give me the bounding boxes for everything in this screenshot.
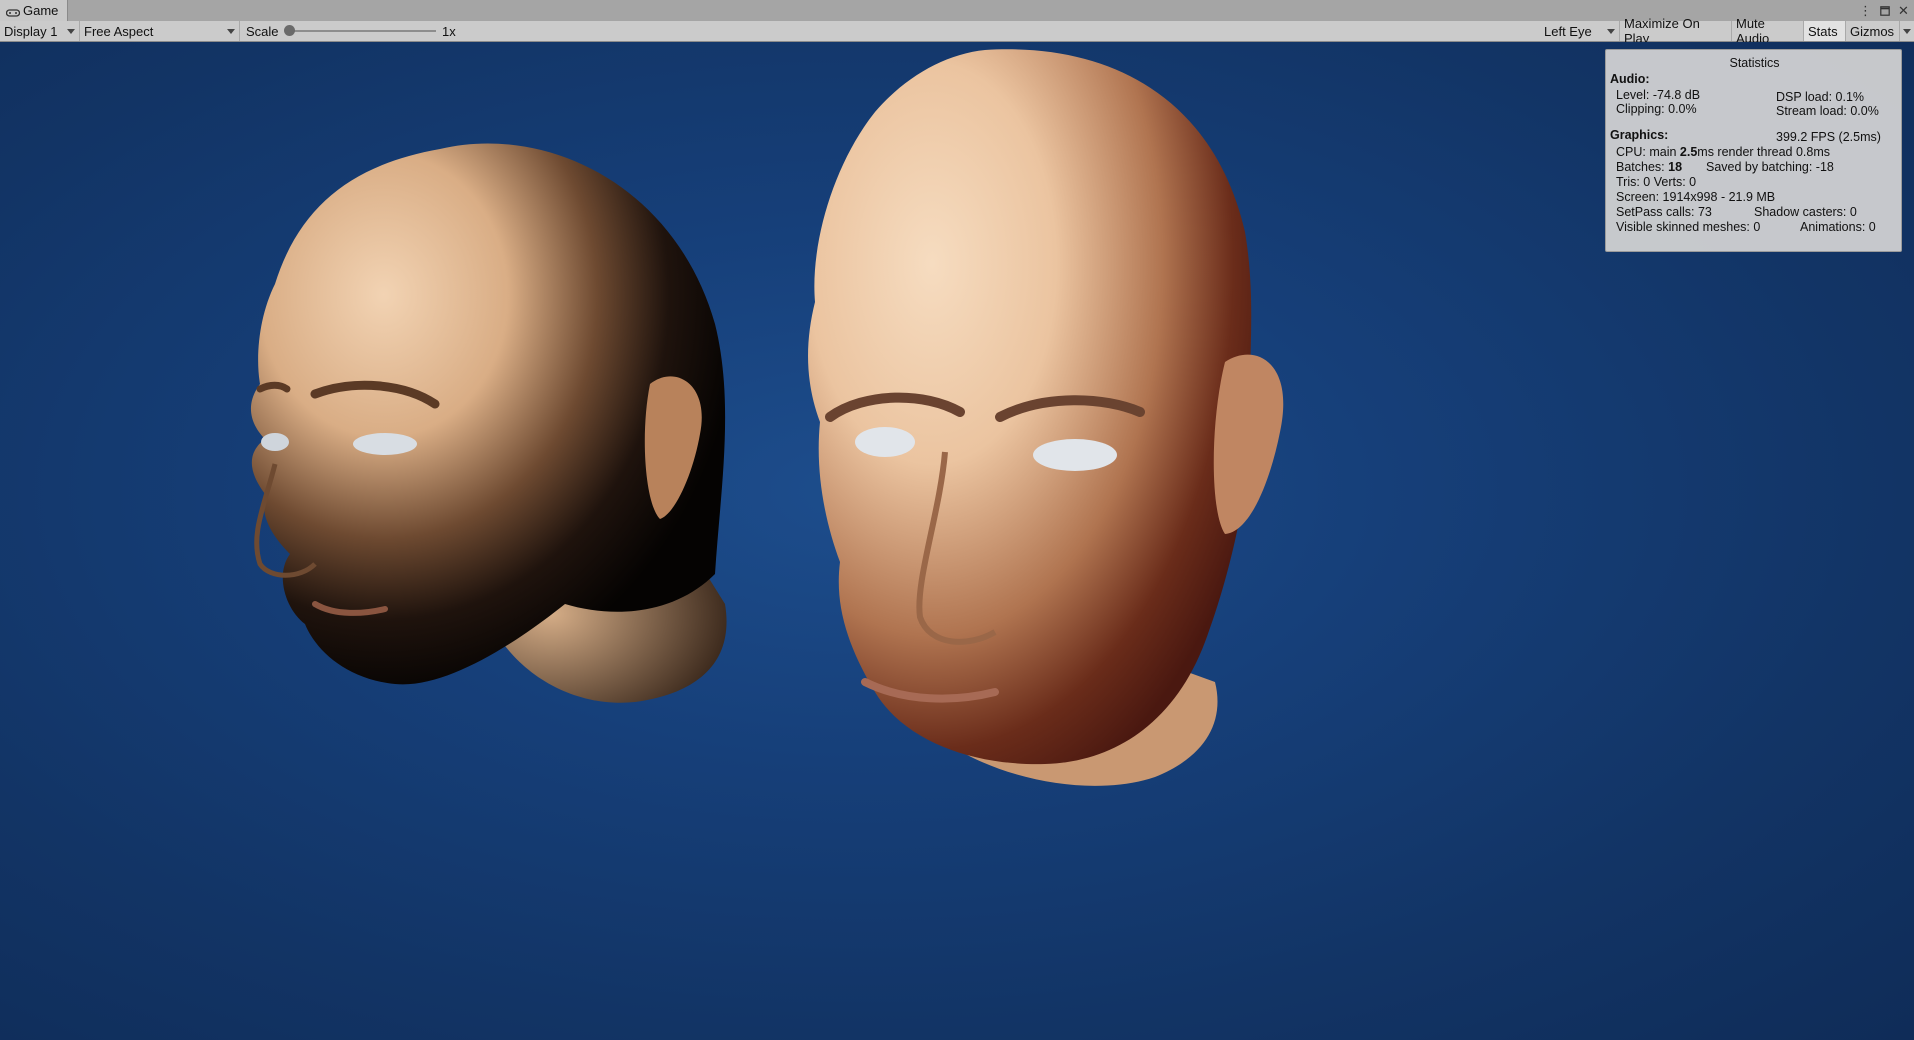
display-dropdown-label: Display 1 (4, 23, 58, 39)
statistics-panel: Statistics Audio: Level: -74.8 dB Clippi… (1605, 49, 1902, 252)
kebab-menu-icon[interactable]: ⋮ (1859, 4, 1872, 17)
maximize-icon[interactable] (1878, 4, 1891, 17)
tab-game[interactable]: Game (0, 0, 68, 21)
right-head-model (808, 49, 1284, 786)
stats-tris-verts: Tris: 0 Verts: 0 (1616, 175, 1697, 189)
scale-label: Scale (246, 23, 279, 39)
aspect-dropdown-label: Free Aspect (84, 23, 154, 39)
stats-batches-prefix: Batches: (1616, 160, 1669, 174)
stats-label: Stats (1808, 23, 1838, 39)
display-dropdown[interactable]: Display 1 (0, 21, 80, 41)
window-controls: ⋮ ✕ (1859, 0, 1910, 21)
scale-slider-handle[interactable] (284, 25, 295, 36)
stats-batches: Batches: 18 (1616, 160, 1682, 174)
stats-shadow-casters: Shadow casters: 0 (1754, 205, 1857, 219)
stats-button[interactable]: Stats (1804, 21, 1846, 41)
gizmos-button[interactable]: Gizmos (1846, 21, 1900, 41)
stats-dsp-load: DSP load: 0.1% (1776, 90, 1865, 104)
stats-screen: Screen: 1914x998 - 21.9 MB (1616, 190, 1776, 204)
stats-setpass: SetPass calls: 73 (1616, 205, 1712, 219)
close-icon[interactable]: ✕ (1897, 4, 1910, 17)
gizmos-dropdown[interactable] (1900, 21, 1914, 41)
scale-value-label: 1x (442, 23, 456, 39)
stats-animations: Animations: 0 (1800, 220, 1876, 234)
left-head-model (250, 143, 727, 703)
stats-graphics-header: Graphics: (1610, 128, 1669, 142)
scale-slider-track[interactable] (290, 30, 436, 32)
stats-saved-by-batching: Saved by batching: -18 (1706, 160, 1834, 174)
stats-skinned-meshes: Visible skinned meshes: 0 (1616, 220, 1761, 234)
aspect-dropdown[interactable]: Free Aspect (80, 21, 240, 41)
left-head-eye-far (261, 433, 289, 451)
game-viewport[interactable]: Statistics Audio: Level: -74.8 dB Clippi… (0, 42, 1914, 1040)
chevron-down-icon (67, 29, 75, 34)
chevron-down-icon (1607, 29, 1615, 34)
tab-game-label: Game (23, 3, 59, 18)
maximize-on-play-button[interactable]: Maximize On Play (1620, 16, 1732, 46)
game-toolbar: Display 1 Free Aspect Scale 1x Left Eye … (0, 16, 1914, 46)
right-head-left-eye (855, 427, 915, 457)
eye-dropdown-label: Left Eye (1544, 23, 1592, 39)
stats-cpu: CPU: main 2.5ms render thread 0.8ms (1616, 145, 1830, 159)
eye-dropdown[interactable]: Left Eye (1540, 21, 1620, 41)
right-head-right-eye (1033, 439, 1117, 471)
mute-audio-button[interactable]: Mute Audio (1732, 16, 1804, 46)
gamepad-icon (5, 6, 21, 17)
stats-cpu-prefix: CPU: main (1616, 145, 1680, 159)
scale-value: 1x (438, 21, 478, 41)
stats-audio-header: Audio: (1610, 72, 1650, 86)
chevron-down-icon (227, 29, 235, 34)
stats-stream-load: Stream load: 0.0% (1776, 104, 1879, 118)
stats-fps: 399.2 FPS (2.5ms) (1776, 130, 1881, 144)
left-head-eye (353, 433, 417, 455)
stats-batches-value: 18 (1668, 160, 1683, 174)
gizmos-label: Gizmos (1850, 23, 1895, 39)
stats-cpu-main: 2.5 (1679, 145, 1698, 159)
stats-cpu-suffix: ms render thread 0.8ms (1697, 145, 1830, 159)
stats-clipping: Clipping: 0.0% (1616, 102, 1697, 116)
stats-title: Statistics (1729, 56, 1780, 70)
chevron-down-icon (1903, 29, 1911, 34)
stats-level: Level: -74.8 dB (1616, 88, 1701, 102)
